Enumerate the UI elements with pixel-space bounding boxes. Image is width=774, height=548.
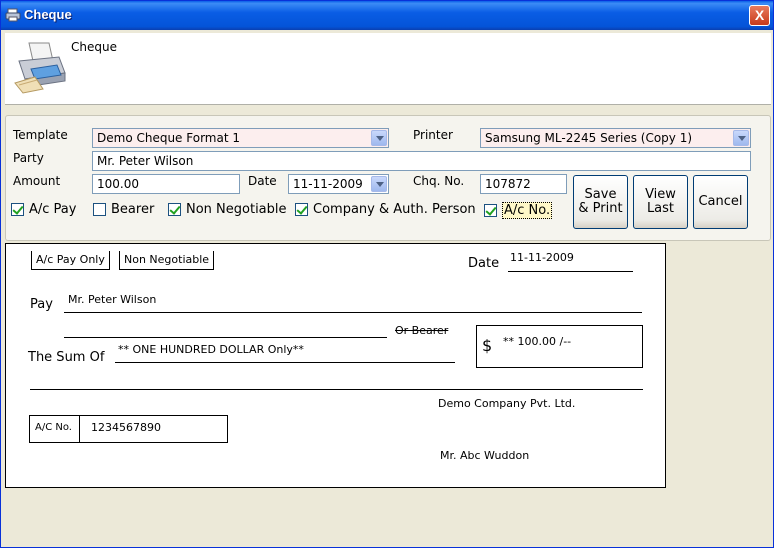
chq-no-label: Chq. No. [413, 174, 465, 188]
cancel-button[interactable]: Cancel [693, 175, 748, 229]
amount-in-words: ** ONE HUNDRED DOLLAR Only** [118, 343, 304, 356]
window-title: Cheque [24, 7, 72, 22]
template-label: Template [13, 128, 68, 142]
app-icon [5, 8, 21, 22]
header-title: Cheque [71, 40, 117, 54]
payee-line [64, 312, 642, 313]
chq-no-value: 107872 [485, 177, 531, 191]
currency-symbol: $ [482, 336, 493, 355]
ac-no-label: A/c No. [502, 202, 553, 219]
ac-no-divider [79, 415, 80, 443]
ac-no-checkbox[interactable]: A/c No. [484, 202, 553, 219]
amount-input[interactable]: 100.00 [92, 174, 240, 194]
chevron-down-icon[interactable] [371, 130, 387, 146]
or-bearer-text: Or Bearer [395, 324, 449, 337]
party-label: Party [13, 151, 44, 165]
checkbox-box[interactable] [11, 203, 24, 216]
cheque-date-label: Date [468, 256, 500, 271]
title-bar[interactable]: Cheque X [1, 1, 773, 30]
bearer-checkbox[interactable]: Bearer [93, 202, 154, 217]
save-print-button[interactable]: Save & Print [573, 175, 628, 229]
cheque-form: Template Demo Cheque Format 1 Printer Sa… [5, 115, 771, 241]
date-label: Date [248, 174, 277, 188]
non-negotiable-checkbox[interactable]: Non Negotiable [168, 202, 287, 217]
amount-label: Amount [13, 174, 61, 188]
chq-no-input[interactable]: 107872 [480, 174, 567, 194]
payee-name: Mr. Peter Wilson [68, 293, 157, 306]
cheque-date-value: 11-11-2009 [510, 251, 574, 264]
printer-value: Samsung ML-2245 Series (Copy 1) [485, 131, 693, 145]
cheque-preview: A/c Pay Only Non Negotiable Date 11-11-2… [5, 243, 666, 488]
checkbox-box[interactable] [168, 203, 181, 216]
amount-figure: ** 100.00 /-- [503, 335, 572, 348]
cheque-window: Cheque X Cheque Template Demo Cheque For… [0, 0, 774, 548]
ac-no-value: 1234567890 [91, 421, 161, 434]
ac-pay-only-stamp: A/c Pay Only [31, 251, 110, 270]
ac-pay-checkbox[interactable]: A/c Pay [11, 202, 76, 217]
ac-pay-label: A/c Pay [29, 202, 77, 217]
header-panel: Cheque [5, 33, 771, 105]
view-last-button[interactable]: View Last [633, 175, 688, 229]
non-negotiable-label: Non Negotiable [186, 202, 287, 217]
signatory-name: Mr. Abc Wuddon [440, 449, 530, 462]
company-auth-checkbox[interactable]: Company & Auth. Person [295, 202, 476, 217]
words-underline [115, 362, 455, 363]
non-negotiable-stamp: Non Negotiable [119, 251, 215, 270]
checkbox-box[interactable] [93, 203, 106, 216]
pay-label: Pay [30, 297, 53, 312]
checkbox-box[interactable] [484, 204, 497, 217]
printer-label: Printer [413, 128, 453, 142]
printer-combo[interactable]: Samsung ML-2245 Series (Copy 1) [480, 128, 751, 148]
amount-value: 100.00 [97, 177, 139, 191]
chevron-down-icon[interactable] [371, 176, 387, 192]
date-picker[interactable]: 11-11-2009 [288, 174, 389, 194]
sum-label: The Sum Of [28, 350, 105, 365]
date-underline [508, 271, 633, 272]
template-combo[interactable]: Demo Cheque Format 1 [92, 128, 389, 148]
payee-line-2 [64, 337, 387, 338]
party-input[interactable]: Mr. Peter Wilson [92, 151, 751, 171]
printer-icon [14, 42, 66, 94]
ac-no-label: A/C No. [35, 422, 72, 433]
checkbox-box[interactable] [295, 203, 308, 216]
date-value: 11-11-2009 [293, 177, 363, 191]
chevron-down-icon[interactable] [733, 130, 749, 146]
template-value: Demo Cheque Format 1 [97, 131, 240, 145]
company-name: Demo Company Pvt. Ltd. [438, 397, 576, 410]
close-button[interactable]: X [749, 5, 770, 26]
bearer-label: Bearer [111, 202, 155, 217]
party-value: Mr. Peter Wilson [97, 154, 194, 168]
company-auth-label: Company & Auth. Person [313, 202, 476, 217]
signature-divider [30, 389, 643, 390]
